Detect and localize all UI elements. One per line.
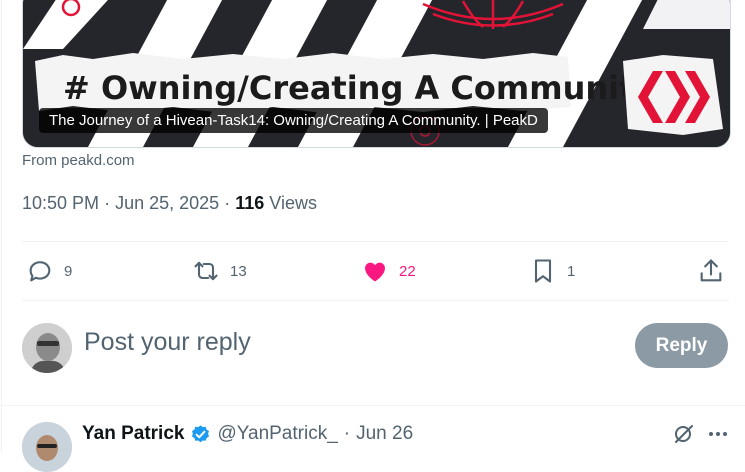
grok-button[interactable]	[672, 422, 696, 451]
share-icon	[700, 259, 722, 282]
reply-date[interactable]: Jun 26	[356, 423, 413, 445]
heart-icon	[365, 262, 385, 282]
reply-author-avatar[interactable]	[22, 422, 72, 472]
reply-count: 9	[64, 262, 73, 280]
tweet-time[interactable]: 10:50 PM	[22, 193, 99, 213]
meta-separator: ·	[343, 423, 351, 444]
avatar-image	[22, 422, 72, 472]
reply-action[interactable]: 9	[26, 255, 72, 287]
share-action[interactable]	[697, 255, 725, 287]
divider	[22, 300, 729, 301]
link-preview-title[interactable]: The Journey of a Hivean-Task14: Owning/C…	[39, 108, 548, 133]
reply-author-name[interactable]: Yan Patrick	[82, 423, 184, 445]
reply-button[interactable]: Reply	[635, 323, 728, 368]
bookmark-action[interactable]: 1	[529, 255, 575, 287]
link-source[interactable]: From peakd.com	[22, 152, 135, 169]
link-preview-card[interactable]: # Owning/Creating A Community The Journe…	[22, 0, 731, 148]
reply-author-handle[interactable]: @YanPatrick_	[217, 423, 337, 445]
divider	[22, 241, 729, 242]
reply-input[interactable]: Post your reply	[84, 328, 251, 357]
link-preview-headline: # Owning/Creating A Community	[63, 69, 655, 107]
bookmark-count: 1	[567, 262, 576, 280]
timeline-border	[1, 0, 2, 453]
meta-separator: ·	[224, 193, 231, 213]
repost-icon	[194, 261, 218, 281]
grok-icon	[675, 425, 693, 443]
meta-separator: ·	[104, 193, 111, 213]
bookmark-icon	[534, 259, 552, 283]
like-count: 22	[399, 262, 416, 280]
tweet-date[interactable]: Jun 25, 2025	[115, 193, 219, 213]
verified-badge-icon	[192, 424, 210, 442]
reply-author-line: Yan Patrick @YanPatrick_ · Jun 26	[82, 423, 413, 445]
more-options-button[interactable]	[706, 422, 730, 451]
more-icon	[709, 432, 727, 436]
divider	[0, 405, 745, 406]
tweet-meta: 10:50 PM · Jun 25, 2025 · 116 Views	[22, 193, 317, 214]
repost-action[interactable]: 13	[192, 255, 247, 287]
current-user-avatar[interactable]	[22, 323, 72, 373]
like-action[interactable]: 22	[361, 255, 416, 287]
repost-count: 13	[230, 262, 247, 280]
reply-icon	[29, 261, 51, 282]
avatar-image	[22, 323, 72, 373]
views-label: Views	[269, 193, 317, 213]
views-count: 116	[235, 193, 265, 213]
